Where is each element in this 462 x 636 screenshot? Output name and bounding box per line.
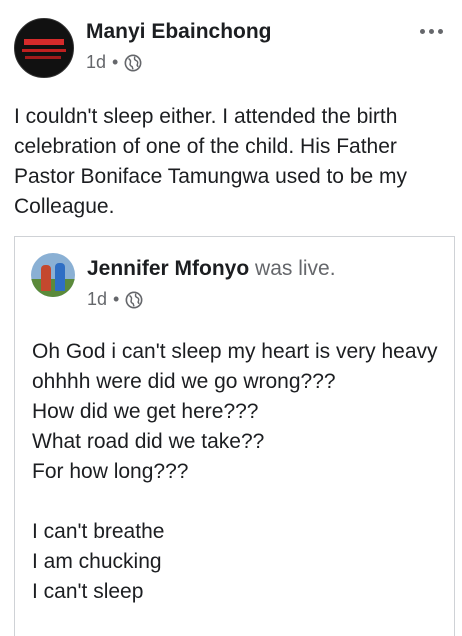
shared-line: Oh God i can't sleep my heart is very he… xyxy=(32,340,438,393)
globe-icon xyxy=(124,54,142,71)
shared-post-card[interactable]: Jennifer Mfonyo was live. 1d • Oh God i … xyxy=(14,236,455,636)
shared-line: I am chucking xyxy=(32,550,162,573)
globe-icon xyxy=(125,291,143,308)
post-meta: 1d • xyxy=(86,52,142,73)
shared-line: I can't breathe xyxy=(32,520,165,543)
meta-separator: • xyxy=(112,52,119,72)
post-text: I couldn't sleep either. I attended the … xyxy=(14,105,408,218)
shared-line: What road did we take?? xyxy=(32,430,265,453)
shared-line: How did we get here??? xyxy=(32,400,259,423)
shared-line: For how long??? xyxy=(32,460,189,483)
shared-separator: • xyxy=(113,289,120,309)
shared-line xyxy=(32,487,442,517)
shared-text: Oh God i can't sleep my heart is very he… xyxy=(32,337,442,607)
author-avatar[interactable] xyxy=(14,18,74,78)
more-options-icon[interactable] xyxy=(414,20,448,42)
shared-meta: 1d • xyxy=(87,289,143,310)
shared-author-avatar[interactable] xyxy=(31,253,75,297)
author-name[interactable]: Manyi Ebainchong xyxy=(86,20,272,44)
shared-line: I can't sleep xyxy=(32,580,144,603)
shared-time[interactable]: 1d xyxy=(87,289,107,310)
shared-title: Jennifer Mfonyo was live. xyxy=(87,257,336,281)
shared-status: was live. xyxy=(249,257,336,280)
post-header: Manyi Ebainchong 1d • xyxy=(14,14,448,84)
shared-author-name[interactable]: Jennifer Mfonyo xyxy=(87,257,249,280)
post-time[interactable]: 1d xyxy=(86,52,106,73)
